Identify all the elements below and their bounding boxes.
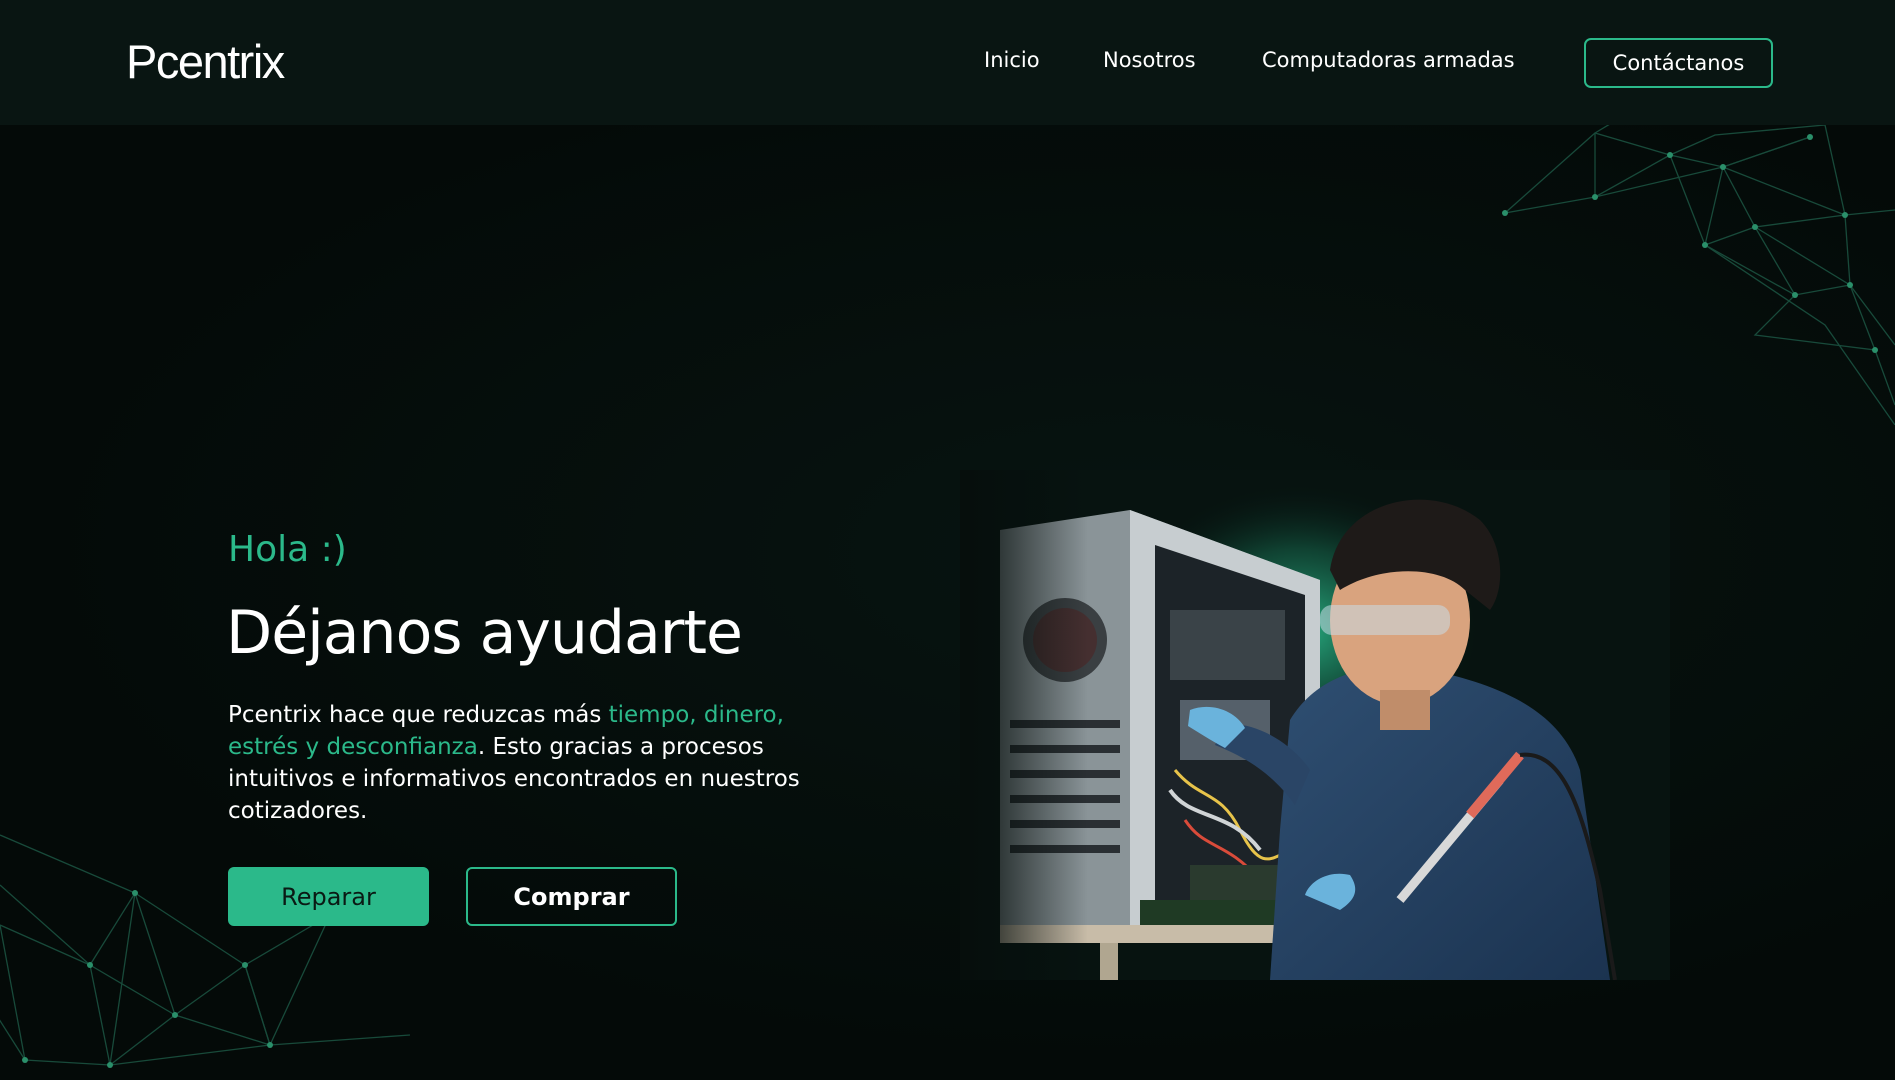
hero-description: Pcentrix hace que reduzcas más tiempo, d…: [228, 699, 808, 827]
comprar-button[interactable]: Comprar: [466, 867, 677, 926]
hero-headline: Déjanos ayudarte: [226, 598, 743, 668]
nav-link-inicio[interactable]: Inicio: [984, 48, 1040, 72]
reparar-button[interactable]: Reparar: [228, 867, 429, 926]
hero-section: Hola :) Déjanos ayudarte Pcentrix hace q…: [0, 125, 1895, 1080]
navbar: Pcentrix Inicio Nosotros Computadoras ar…: [0, 0, 1895, 125]
hero-greeting: Hola :): [228, 529, 347, 570]
nav-link-nosotros[interactable]: Nosotros: [1103, 48, 1196, 72]
technician-repairing-pc-image: [960, 470, 1670, 980]
contact-button[interactable]: Contáctanos: [1584, 38, 1773, 88]
hero-description-prefix: Pcentrix hace que reduzcas más: [228, 702, 609, 728]
nav-link-computadoras-armadas[interactable]: Computadoras armadas: [1262, 48, 1515, 72]
network-mesh-decoration-top-right: [1502, 125, 1895, 425]
logo[interactable]: Pcentrix: [126, 34, 285, 89]
